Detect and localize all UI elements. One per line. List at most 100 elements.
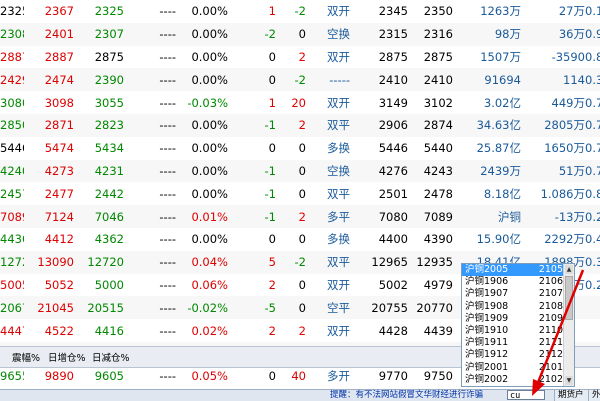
cell-c1: 9655 <box>0 369 24 384</box>
cell-c13: 0.37元 <box>585 68 600 92</box>
table-row[interactable]: 2325 2367 2325 ---- 0.00% 1 -2 双开 2345 2350 1263万 2… <box>0 0 600 23</box>
cell-c2: 5052 <box>44 277 74 292</box>
table-row[interactable]: 5446 5474 5434 ---- 0.00% 0 0 多换 5446 5440 25.87亿 1… <box>0 137 600 160</box>
contract-option-code: 2110 <box>538 325 563 336</box>
cell-c5: 0.00% <box>191 4 228 19</box>
table-row[interactable]: 2887 2887 2875 ---- 0.00% 0 2 双开 2875 2875 1507万 -3… <box>0 46 600 69</box>
cell-c8: 双开 <box>327 49 350 64</box>
cell-c11: 15.90亿 <box>476 232 521 247</box>
cell-c4: ---- <box>124 113 176 137</box>
cell-c13: 0.26元 <box>585 205 600 228</box>
cell-c4: ---- <box>159 141 176 156</box>
cell-c3: 2307 <box>74 22 124 46</box>
contract-option[interactable]: 沪铜1909 2109 <box>462 313 565 325</box>
futures-account-button[interactable]: 期货户 <box>554 390 588 401</box>
contract-option-name: 沪铜1912 <box>465 349 509 361</box>
cell-c10: 4243 <box>408 159 453 183</box>
table-row[interactable]: 3080 3098 3055 ---- -0.03% 1 20 双开 3149 3102 3.02亿… <box>0 91 600 114</box>
cell-c1: 5446 <box>0 141 24 156</box>
cell-c7: 0 <box>298 186 306 201</box>
cell-c13: 0.71元 <box>585 113 600 137</box>
cell-c1: 2850 <box>0 113 24 137</box>
cell-c5: 0.04% <box>176 250 228 274</box>
cell-c11: 沪铜 <box>453 205 521 228</box>
cell-c4: ---- <box>124 159 176 183</box>
table-row[interactable]: 708971247046----0.01%-12多平70807089沪铜-13万… <box>0 205 600 228</box>
cell-c11: 2439万 <box>453 159 521 183</box>
cell-c3: 2442 <box>94 186 124 201</box>
cell-c13: 0.11元 <box>585 4 600 19</box>
cell-c5: 0.00% <box>176 159 228 183</box>
contract-suggestion-list[interactable]: 沪铜2005 2105 沪铜1906 2106 沪铜1907 2107 沪铜1908 2108… <box>461 263 575 387</box>
contract-option[interactable]: 沪铜2001 2101 <box>462 362 565 374</box>
contract-option[interactable]: 沪铜2005 2105 <box>462 264 565 277</box>
contract-option[interactable]: 沪铜1910 2110 <box>462 325 565 337</box>
cell-c6: -1 <box>228 159 276 183</box>
cell-c10: 2478 <box>423 186 453 201</box>
cell-c7: 20 <box>291 95 306 110</box>
table-row[interactable]: 2457 2477 2442 ---- 0.00% -1 0 双平 2501 2478 8.18亿 1… <box>0 182 600 205</box>
cell-c2: 2477 <box>44 186 74 201</box>
cell-c2: 7124 <box>24 205 74 228</box>
cell-c13: 0.85元 <box>585 49 600 64</box>
cell-c10: 2875 <box>423 49 453 64</box>
cell-c1: 2325 <box>0 4 24 19</box>
scroll-up-arrow-icon[interactable]: ▲ <box>565 265 573 274</box>
cell-c2: 4273 <box>24 159 74 183</box>
cell-c9: 4400 <box>378 232 408 247</box>
cell-c6: 2 <box>268 323 276 338</box>
tab-amplitude[interactable]: 震幅% <box>12 350 40 364</box>
contract-code-input[interactable]: cu <box>507 390 545 401</box>
cell-c5: 0.00% <box>191 232 228 247</box>
cell-c3: 7046 <box>74 205 124 228</box>
table-row[interactable]: 230824012307----0.00%-20空换2315231698万36万… <box>0 22 600 46</box>
cell-c6: 1 <box>268 4 276 19</box>
table-row[interactable]: 4436 4412 4362 ---- 0.00% 0 0 多换 4400 4390 15.90亿 2… <box>0 228 600 251</box>
cell-c7: 0 <box>276 22 306 46</box>
scroll-down-arrow-icon[interactable]: ▼ <box>565 376 573 385</box>
contract-option-name: 沪铜1908 <box>465 300 509 312</box>
cell-c12: 114 <box>521 68 585 92</box>
scroll-thumb[interactable] <box>565 276 573 320</box>
contract-option[interactable]: 沪铜1907 2107 <box>462 288 565 300</box>
cell-c8: 双平 <box>327 186 350 201</box>
cell-c5: 0.00% <box>176 113 228 137</box>
contract-option[interactable]: 沪铜1906 2106 <box>462 276 565 288</box>
contract-option[interactable]: 沪铜1912 2112 <box>462 349 565 361</box>
contract-option[interactable]: 沪铜1908 2108 <box>462 301 565 313</box>
tab-daily-oi-increase[interactable]: 日增仓% <box>48 350 86 364</box>
cell-c10: 4439 <box>423 323 453 338</box>
cell-c12: 1650万 <box>544 141 585 156</box>
cell-c3: 4362 <box>94 232 124 247</box>
cell-c12: 36万 <box>521 22 585 46</box>
cell-c2: 2871 <box>24 113 74 137</box>
cell-c13: 0.74元 <box>585 95 600 110</box>
cell-c13 <box>585 319 600 342</box>
cell-c6: 5 <box>228 250 276 274</box>
cell-c9: 20755 <box>350 296 408 320</box>
dropdown-scrollbar[interactable]: ▲ ▼ <box>563 264 574 386</box>
cell-c10: 4390 <box>423 232 453 247</box>
cell-c4: ---- <box>124 68 176 92</box>
cell-c8: 双开 <box>327 277 350 292</box>
fraud-warning-notice[interactable]: 提醒：有不法网站假冒文华财经进行诈骗 <box>330 390 483 401</box>
contract-option-code: 2106 <box>538 276 563 288</box>
contract-option[interactable]: 沪铜2002 2102 <box>462 374 565 386</box>
cell-c5: 0.00% <box>191 49 228 64</box>
table-row[interactable]: 285028712823----0.00%-12双平2906287434.63亿… <box>0 113 600 137</box>
cell-c9: 7080 <box>350 205 408 228</box>
table-row[interactable]: 242924742390----0.00%0-2-----24102410916… <box>0 68 600 92</box>
tab-daily-oi-decrease[interactable]: 日减仓% <box>92 350 130 364</box>
cell-c7: 40 <box>291 369 306 384</box>
contract-option-name: 沪铜1910 <box>465 325 509 336</box>
cell-c8: 空换 <box>306 159 350 183</box>
cell-c13: 0.38元 <box>585 250 600 274</box>
contract-option-code: 2108 <box>538 300 563 312</box>
cell-c8: 空换 <box>306 22 350 46</box>
external-button[interactable]: 外 <box>588 390 600 401</box>
contract-option[interactable]: 沪铜1911 2111 <box>462 337 565 349</box>
cell-c6: 0 <box>268 141 276 156</box>
cell-c8: 双开 <box>327 323 350 338</box>
cell-c2: 2474 <box>24 68 74 92</box>
table-row[interactable]: 424042734231----0.00%-10空换427642432439万5… <box>0 159 600 183</box>
